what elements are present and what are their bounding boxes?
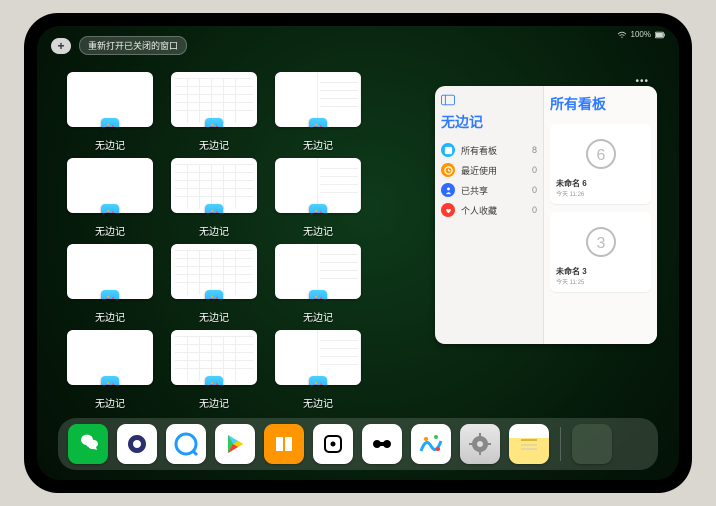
dock-icon-wechat[interactable] bbox=[68, 424, 108, 464]
new-window-button[interactable]: + bbox=[51, 38, 71, 54]
window-label: 无边记 bbox=[199, 309, 229, 324]
freeform-app-icon bbox=[309, 376, 327, 385]
ipad-bezel: 100% + 重新打开已关闭的窗口 无边记无边记无边记无边记无边记无边记无边记无… bbox=[24, 13, 692, 493]
sidebar-item-label: 所有看板 bbox=[461, 144, 497, 157]
board-subtitle: 今天 11:25 bbox=[556, 277, 645, 286]
app-window-thumb[interactable]: 无边记 bbox=[275, 72, 361, 152]
window-label: 无边记 bbox=[199, 395, 229, 410]
freeform-app-icon bbox=[101, 290, 119, 299]
reopen-closed-window-button[interactable]: 重新打开已关闭的窗口 bbox=[79, 36, 187, 55]
board-sketch: 6 bbox=[556, 130, 645, 178]
sidebar-item-count: 0 bbox=[532, 165, 537, 175]
battery-icon bbox=[655, 31, 665, 39]
app-window-thumb[interactable]: 无边记 bbox=[67, 330, 153, 410]
sidebar-item-label: 已共享 bbox=[461, 184, 488, 197]
freeform-app-icon bbox=[309, 290, 327, 299]
sidebar-item-icon bbox=[441, 183, 455, 197]
freeform-app-icon bbox=[205, 204, 223, 213]
sidebar-item[interactable]: 个人收藏 0 bbox=[441, 200, 537, 220]
sidebar-item-count: 0 bbox=[532, 205, 537, 215]
dock-icon-quark[interactable] bbox=[117, 424, 157, 464]
dock-icon-qqbrowser[interactable] bbox=[166, 424, 206, 464]
panel-right-column: 所有看板 6 未命名 6今天 11:26 3 未命名 3今天 11:25 bbox=[543, 86, 657, 344]
freeform-app-icon bbox=[101, 204, 119, 213]
dock-app-folder[interactable] bbox=[572, 424, 612, 464]
window-label: 无边记 bbox=[303, 395, 333, 410]
app-window-thumb[interactable]: 无边记 bbox=[67, 244, 153, 324]
window-label: 无边记 bbox=[199, 137, 229, 152]
battery-text: 100% bbox=[631, 30, 651, 39]
sidebar-item-icon bbox=[441, 143, 455, 157]
board-subtitle: 今天 11:26 bbox=[556, 189, 645, 198]
panel-right-title: 所有看板 bbox=[550, 94, 651, 114]
app-window-thumb[interactable]: 无边记 bbox=[275, 244, 361, 324]
dock-icon-books[interactable] bbox=[264, 424, 304, 464]
sidebar-item[interactable]: 已共享 0 bbox=[441, 180, 537, 200]
window-label: 无边记 bbox=[303, 137, 333, 152]
board-card[interactable]: 6 未命名 6今天 11:26 bbox=[550, 124, 651, 204]
window-label: 无边记 bbox=[95, 395, 125, 410]
top-left-controls: + 重新打开已关闭的窗口 bbox=[51, 36, 187, 55]
freeform-app-icon bbox=[205, 290, 223, 299]
freeform-sidebar-panel[interactable]: 无边记 所有看板8最近使用0已共享0个人收藏0 所有看板 6未命名 6今天 11… bbox=[435, 86, 657, 344]
sidebar-icon bbox=[441, 94, 455, 106]
app-window-thumb[interactable]: 无边记 bbox=[171, 72, 257, 152]
window-label: 无边记 bbox=[303, 223, 333, 238]
freeform-app-icon bbox=[101, 376, 119, 385]
app-window-thumb[interactable]: 无边记 bbox=[275, 158, 361, 238]
sidebar-item-label: 最近使用 bbox=[461, 164, 497, 177]
window-label: 无边记 bbox=[199, 223, 229, 238]
sidebar-item[interactable]: 最近使用 0 bbox=[441, 160, 537, 180]
wifi-icon bbox=[617, 31, 627, 39]
window-label: 无边记 bbox=[95, 137, 125, 152]
status-bar: 100% bbox=[617, 30, 665, 39]
svg-text:3: 3 bbox=[596, 235, 605, 252]
window-label: 无边记 bbox=[303, 309, 333, 324]
sidebar-item[interactable]: 所有看板 8 bbox=[441, 140, 537, 160]
app-window-thumb[interactable]: 无边记 bbox=[275, 330, 361, 410]
dock-separator bbox=[560, 427, 561, 461]
board-card[interactable]: 3 未命名 3今天 11:25 bbox=[550, 212, 651, 292]
board-title: 未命名 3 bbox=[556, 266, 645, 277]
freeform-app-icon bbox=[309, 118, 327, 127]
panel-left-column: 无边记 所有看板 8 最近使用 0 已共享 0 个人收藏 0 bbox=[435, 86, 543, 344]
panel-tab-icon bbox=[441, 94, 537, 106]
svg-text:6: 6 bbox=[596, 147, 605, 164]
window-grid: 无边记无边记无边记无边记无边记无边记无边记无边记无边记无边记无边记无边记 bbox=[67, 72, 465, 410]
freeform-app-icon bbox=[205, 118, 223, 127]
app-window-thumb[interactable]: 无边记 bbox=[171, 244, 257, 324]
sidebar-item-label: 个人收藏 bbox=[461, 204, 497, 217]
app-window-thumb[interactable]: 无边记 bbox=[67, 72, 153, 152]
board-sketch: 3 bbox=[556, 218, 645, 266]
dock-icon-play[interactable] bbox=[215, 424, 255, 464]
sidebar-item-icon bbox=[441, 163, 455, 177]
sidebar-item-icon bbox=[441, 203, 455, 217]
panel-left-title: 无边记 bbox=[441, 112, 537, 132]
board-title: 未命名 6 bbox=[556, 178, 645, 189]
window-label: 无边记 bbox=[95, 223, 125, 238]
freeform-app-icon bbox=[205, 376, 223, 385]
app-window-thumb[interactable]: 无边记 bbox=[171, 330, 257, 410]
app-window-thumb[interactable]: 无边记 bbox=[67, 158, 153, 238]
sidebar-item-count: 8 bbox=[532, 145, 537, 155]
dock-icon-freeform[interactable] bbox=[411, 424, 451, 464]
dock-icon-barbell[interactable] bbox=[362, 424, 402, 464]
dock-icon-settings[interactable] bbox=[460, 424, 500, 464]
app-window-thumb[interactable]: 无边记 bbox=[171, 158, 257, 238]
sidebar-item-count: 0 bbox=[532, 185, 537, 195]
screen: 100% + 重新打开已关闭的窗口 无边记无边记无边记无边记无边记无边记无边记无… bbox=[37, 26, 679, 480]
freeform-app-icon bbox=[309, 204, 327, 213]
dock bbox=[58, 418, 658, 470]
window-label: 无边记 bbox=[95, 309, 125, 324]
dock-icon-notes[interactable] bbox=[509, 424, 549, 464]
device-frame: 100% + 重新打开已关闭的窗口 无边记无边记无边记无边记无边记无边记无边记无… bbox=[0, 0, 716, 506]
dock-icon-dice[interactable] bbox=[313, 424, 353, 464]
freeform-app-icon bbox=[101, 118, 119, 127]
